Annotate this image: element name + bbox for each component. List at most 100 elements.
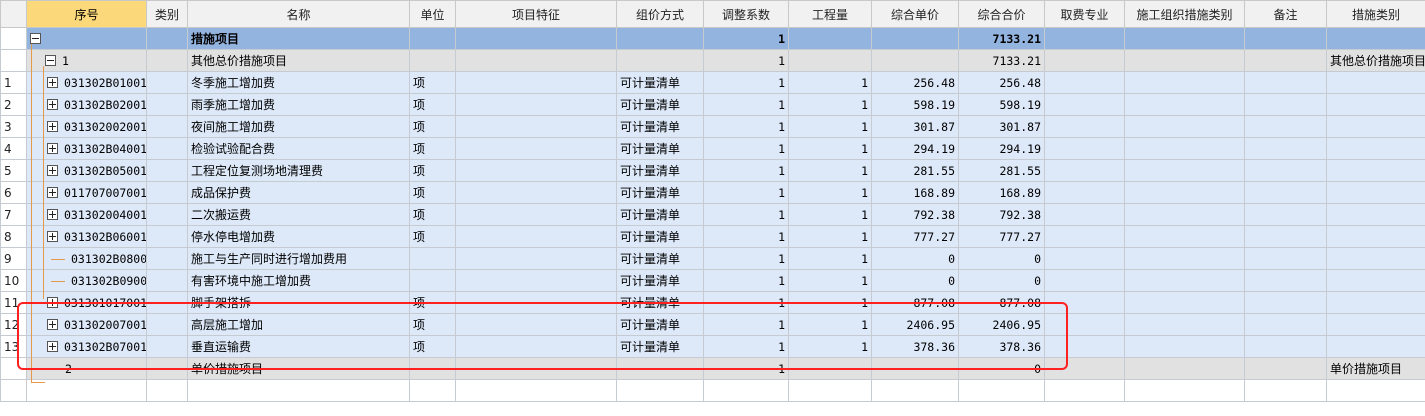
unit-cell[interactable] (409, 269, 456, 292)
row-number[interactable]: 9 (0, 247, 27, 270)
coef-cell[interactable]: 1 (703, 27, 789, 50)
code-cell[interactable]: 031302B04001 (26, 137, 147, 160)
method-cell[interactable]: 可计量清单 (616, 71, 704, 94)
feature-cell[interactable] (455, 203, 617, 226)
unit-cell[interactable]: 项 (409, 159, 456, 182)
name-cell[interactable]: 垂直运输费 (187, 335, 410, 358)
method-cell[interactable]: 可计量清单 (616, 269, 704, 292)
code-cell[interactable]: 031302B02001 (26, 93, 147, 116)
unit-cell[interactable]: 项 (409, 71, 456, 94)
measure-category-cell[interactable] (1326, 93, 1425, 116)
row-number[interactable] (0, 49, 27, 72)
col-fee-major[interactable]: 取费专业 (1044, 0, 1125, 28)
col-feature[interactable]: 项目特征 (455, 0, 617, 28)
type-cell[interactable] (146, 313, 188, 336)
qty-cell[interactable]: 1 (788, 181, 872, 204)
org-category-cell[interactable] (1124, 313, 1245, 336)
table-row[interactable]: 8 031302B06001 停水停电增加费项可计量清单 1 1 777.27 777.27 (0, 225, 1425, 248)
org-category-cell[interactable] (1124, 269, 1245, 292)
type-cell[interactable] (146, 181, 188, 204)
seq-cell[interactable]: 1 (26, 49, 147, 72)
remark-cell[interactable] (1244, 247, 1327, 270)
measure-category-cell[interactable] (1326, 115, 1425, 138)
code-cell[interactable]: 031302B07001 (26, 335, 147, 358)
code-cell[interactable]: 031302B08001 (26, 247, 147, 270)
name-cell[interactable]: 成品保护费 (187, 181, 410, 204)
qty-cell[interactable]: 1 (788, 225, 872, 248)
name-cell[interactable]: 雨季施工增加费 (187, 93, 410, 116)
type-cell[interactable] (146, 93, 188, 116)
name-cell[interactable]: 脚手架搭拆 (187, 291, 410, 314)
method-cell[interactable]: 可计量清单 (616, 313, 704, 336)
org-category-cell[interactable] (1124, 137, 1245, 160)
type-cell[interactable] (146, 269, 188, 292)
feature-cell[interactable] (455, 137, 617, 160)
method-cell[interactable]: 可计量清单 (616, 203, 704, 226)
unit-cell[interactable]: 项 (409, 203, 456, 226)
name-cell[interactable]: 施工与生产同时进行增加费用 (187, 247, 410, 270)
type-cell[interactable] (146, 247, 188, 270)
remark-cell[interactable] (1244, 225, 1327, 248)
remark-cell[interactable] (1244, 137, 1327, 160)
total-cell[interactable]: 0 (958, 357, 1045, 380)
unit-price-cell[interactable]: 301.87 (871, 115, 959, 138)
table-row[interactable]: 13 031302B07001 垂直运输费项可计量清单 1 1 378.36 378.36 (0, 335, 1425, 358)
total-cell[interactable]: 294.19 (958, 137, 1045, 160)
feature-cell[interactable] (455, 247, 617, 270)
total-cell[interactable]: 877.08 (958, 291, 1045, 314)
table-row[interactable]: 1 031302B01001 冬季施工增加费项可计量清单 1 1 256.48 256.48 (0, 71, 1425, 94)
unit-price-cell[interactable]: 877.08 (871, 291, 959, 314)
feature-cell[interactable] (455, 313, 617, 336)
unit-price-cell[interactable]: 598.19 (871, 93, 959, 116)
measure-category-cell[interactable] (1326, 137, 1425, 160)
type-cell[interactable] (146, 137, 188, 160)
feature-cell[interactable] (455, 159, 617, 182)
total-cell[interactable]: 281.55 (958, 159, 1045, 182)
remark-cell[interactable] (1244, 335, 1327, 358)
name-cell[interactable]: 二次搬运费 (187, 203, 410, 226)
code-cell[interactable]: 031302004001 (26, 203, 147, 226)
name-cell[interactable]: 工程定位复测场地清理费 (187, 159, 410, 182)
coef-cell[interactable]: 1 (703, 291, 789, 314)
org-category-cell[interactable] (1124, 71, 1245, 94)
unit-price-cell[interactable]: 2406.95 (871, 313, 959, 336)
type-cell[interactable] (146, 335, 188, 358)
qty-cell[interactable]: 1 (788, 93, 872, 116)
remark-cell[interactable] (1244, 115, 1327, 138)
qty-cell[interactable]: 1 (788, 115, 872, 138)
unit-price-cell[interactable]: 777.27 (871, 225, 959, 248)
coef-cell[interactable]: 1 (703, 159, 789, 182)
feature-cell[interactable] (455, 93, 617, 116)
row-number[interactable]: 11 (0, 291, 27, 314)
unit-cell[interactable]: 项 (409, 335, 456, 358)
type-cell[interactable] (146, 159, 188, 182)
org-category-cell[interactable] (1124, 159, 1245, 182)
org-category-cell[interactable] (1124, 115, 1245, 138)
fee-major-cell[interactable] (1044, 335, 1125, 358)
coef-cell[interactable]: 1 (703, 269, 789, 292)
coef-cell[interactable]: 1 (703, 115, 789, 138)
total-cell[interactable]: 256.48 (958, 71, 1045, 94)
total-cell[interactable]: 598.19 (958, 93, 1045, 116)
feature-cell[interactable] (455, 335, 617, 358)
measure-category-cell[interactable] (1326, 313, 1425, 336)
expand-icon[interactable] (47, 230, 58, 242)
col-remark[interactable]: 备注 (1244, 0, 1327, 28)
row-number[interactable]: 7 (0, 203, 27, 226)
expand-icon[interactable] (47, 340, 58, 352)
coef-cell[interactable]: 1 (703, 137, 789, 160)
total-cell[interactable]: 301.87 (958, 115, 1045, 138)
col-qty[interactable]: 工程量 (788, 0, 872, 28)
measure-category-cell[interactable] (1326, 247, 1425, 270)
method-cell[interactable]: 可计量清单 (616, 137, 704, 160)
qty-cell[interactable]: 1 (788, 137, 872, 160)
measure-category-cell[interactable] (1326, 225, 1425, 248)
code-cell[interactable]: 031302002001 (26, 115, 147, 138)
remark-cell[interactable] (1244, 159, 1327, 182)
col-method[interactable]: 组价方式 (616, 0, 704, 28)
col-unit[interactable]: 单位 (409, 0, 456, 28)
row-number[interactable]: 3 (0, 115, 27, 138)
coef-cell[interactable]: 1 (703, 181, 789, 204)
coef-cell[interactable]: 1 (703, 203, 789, 226)
measure-category-cell[interactable]: 其他总价措施项目 (1326, 49, 1425, 72)
